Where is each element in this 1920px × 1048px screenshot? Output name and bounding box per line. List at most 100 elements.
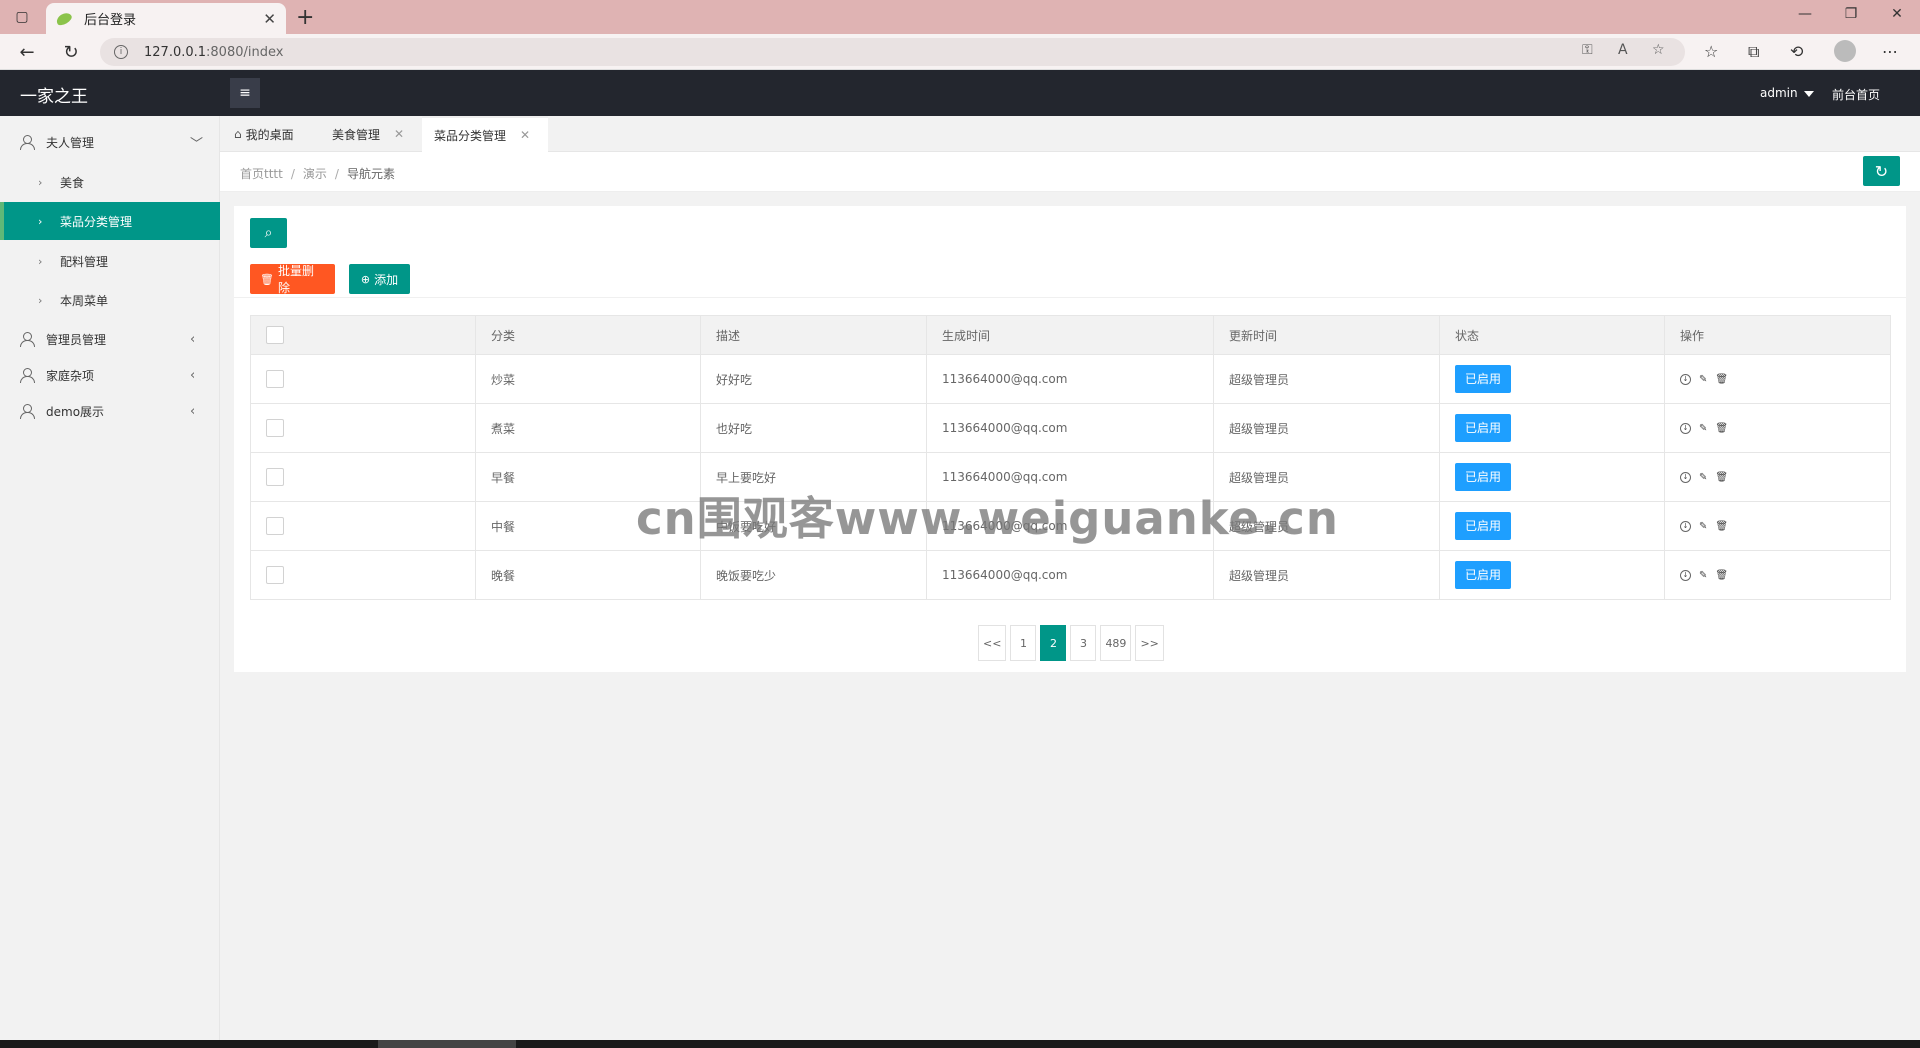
download-icon[interactable]: ↓ bbox=[1680, 422, 1691, 434]
checkbox-cell bbox=[250, 403, 476, 453]
reload-icon[interactable]: ↻ bbox=[58, 40, 84, 64]
sidebar-group-household[interactable]: 家庭杂项 ‹ bbox=[0, 357, 220, 393]
back-icon[interactable]: ← bbox=[14, 40, 40, 64]
edit-icon[interactable]: ✎ bbox=[1699, 570, 1707, 581]
download-icon[interactable]: ↓ bbox=[1680, 569, 1691, 581]
page-next[interactable]: >> bbox=[1135, 625, 1164, 661]
breadcrumb-item[interactable]: 首页tttt bbox=[240, 167, 283, 181]
page-prev[interactable]: << bbox=[978, 625, 1007, 661]
edit-icon[interactable]: ✎ bbox=[1699, 521, 1707, 532]
status-toggle-button[interactable]: 已启用 bbox=[1455, 512, 1511, 540]
add-label: 添加 bbox=[374, 272, 399, 287]
add-button[interactable]: ⊕ 添加 bbox=[349, 264, 410, 294]
close-tab-icon[interactable]: ✕ bbox=[263, 10, 276, 28]
restore-icon[interactable]: ❐ bbox=[1828, 6, 1874, 22]
sidebar-item-dish-category[interactable]: › 菜品分类管理 bbox=[0, 202, 220, 240]
taskbar bbox=[0, 1040, 1920, 1048]
table-header-row: 分类 描述 生成时间 更新时间 状态 操作 bbox=[250, 315, 1891, 355]
watermark: cn围观客www.weiguanke.cn bbox=[636, 492, 1339, 545]
close-tab-icon[interactable]: ✕ bbox=[520, 128, 530, 142]
history-icon[interactable]: ⟲ bbox=[1790, 42, 1803, 61]
sidebar-group-label: 夫人管理 bbox=[46, 135, 95, 150]
chevron-down-icon: ﹀ bbox=[190, 136, 204, 152]
select-all-checkbox[interactable] bbox=[266, 326, 284, 344]
download-icon[interactable]: ↓ bbox=[1680, 373, 1691, 385]
leaf-favicon-icon bbox=[54, 10, 74, 27]
status-toggle-button[interactable]: 已启用 bbox=[1455, 414, 1511, 442]
sidebar-group-madam[interactable]: 夫人管理 ﹀ bbox=[0, 124, 220, 160]
sidebar-group-label: 家庭杂项 bbox=[46, 368, 95, 383]
page-3[interactable]: 3 bbox=[1070, 625, 1097, 661]
sidebar-group-demo[interactable]: demo展示 ‹ bbox=[0, 393, 220, 429]
profile-avatar[interactable] bbox=[1834, 40, 1856, 62]
sidebar-item-label: 菜品分类管理 bbox=[60, 214, 133, 229]
read-aloud-icon[interactable]: A bbox=[1618, 42, 1628, 58]
sidebar-item-weekly-menu[interactable]: › 本周菜单 bbox=[0, 281, 220, 319]
trash-icon[interactable]: 🗑 bbox=[1715, 570, 1728, 581]
menu-toggle-icon[interactable]: ≡ bbox=[230, 78, 260, 108]
user-menu[interactable]: admin bbox=[1760, 86, 1814, 100]
browser-tab[interactable]: 后台登录 ✕ bbox=[46, 3, 286, 34]
checkbox-cell bbox=[250, 550, 476, 600]
add-favorite-icon[interactable]: ☆ bbox=[1652, 42, 1665, 58]
sidebar-item-ingredients[interactable]: › 配料管理 bbox=[0, 242, 220, 280]
checkbox-cell bbox=[250, 452, 476, 502]
content-card: ⌕ 🗑 批量删除 ⊕ 添加 分类 描述 生成时间 更新时间 状态 操作 炒菜 好好吃 bbox=[234, 206, 1906, 672]
minimize-icon[interactable]: — bbox=[1782, 6, 1828, 22]
download-icon[interactable]: ↓ bbox=[1680, 471, 1691, 483]
status-toggle-button[interactable]: 已启用 bbox=[1455, 365, 1511, 393]
edit-icon[interactable]: ✎ bbox=[1699, 472, 1707, 483]
collections-icon[interactable]: ⧉ bbox=[1748, 42, 1759, 62]
desc-cell: 晚饭要吃少 bbox=[700, 550, 927, 600]
chevron-left-icon: ‹ bbox=[190, 403, 196, 419]
download-icon[interactable]: ↓ bbox=[1680, 520, 1691, 532]
batch-delete-button[interactable]: 🗑 批量删除 bbox=[250, 264, 335, 295]
front-home-link[interactable]: 前台首页 bbox=[1832, 86, 1880, 103]
trash-icon[interactable]: 🗑 bbox=[1715, 472, 1728, 483]
sidebar-group-admins[interactable]: 管理员管理 ‹ bbox=[0, 321, 220, 357]
site-info-icon[interactable]: i bbox=[114, 45, 128, 59]
row-checkbox[interactable] bbox=[266, 468, 284, 486]
edit-icon[interactable]: ✎ bbox=[1699, 423, 1707, 434]
taskbar-item[interactable] bbox=[378, 1040, 516, 1048]
url-field[interactable]: i 127.0.0.1:8080/index bbox=[100, 38, 1685, 66]
row-checkbox[interactable] bbox=[266, 566, 284, 584]
page-last[interactable]: 489 bbox=[1100, 625, 1132, 661]
ops-cell: ↓ ✎ 🗑 bbox=[1664, 354, 1891, 404]
tab-desktop[interactable]: ⌂ 我的桌面 bbox=[222, 116, 306, 152]
status-cell: 已启用 bbox=[1439, 452, 1665, 502]
breadcrumb-item[interactable]: 演示 bbox=[303, 167, 327, 181]
status-toggle-button[interactable]: 已启用 bbox=[1455, 561, 1511, 589]
tab-dish-category[interactable]: 菜品分类管理 ✕ bbox=[422, 116, 548, 152]
search-button[interactable]: ⌕ bbox=[250, 218, 287, 248]
breadcrumb: 首页tttt / 演示 / 导航元素 bbox=[240, 167, 395, 181]
chevron-right-icon: › bbox=[38, 254, 43, 268]
edit-icon[interactable]: ✎ bbox=[1699, 374, 1707, 385]
favorites-icon[interactable]: ☆ bbox=[1704, 42, 1718, 61]
page-current[interactable]: 2 bbox=[1040, 625, 1067, 661]
status-cell: 已启用 bbox=[1439, 354, 1665, 404]
row-checkbox[interactable] bbox=[266, 370, 284, 388]
key-icon[interactable]: ⚿ bbox=[1582, 42, 1593, 58]
window-close-icon[interactable]: ✕ bbox=[1874, 6, 1920, 22]
desc-cell: 好好吃 bbox=[700, 354, 927, 404]
ops-cell: ↓ ✎ 🗑 bbox=[1664, 501, 1891, 551]
sidebar-group-label: demo展示 bbox=[46, 404, 105, 419]
more-menu-icon[interactable]: ⋯ bbox=[1882, 42, 1898, 61]
trash-icon[interactable]: 🗑 bbox=[1715, 521, 1728, 532]
page-1[interactable]: 1 bbox=[1010, 625, 1037, 661]
chevron-left-icon: ‹ bbox=[190, 367, 196, 383]
row-checkbox[interactable] bbox=[266, 517, 284, 535]
trash-icon[interactable]: 🗑 bbox=[1715, 374, 1728, 385]
sidebar-item-food[interactable]: › 美食 bbox=[0, 163, 220, 201]
status-toggle-button[interactable]: 已启用 bbox=[1455, 463, 1511, 491]
row-checkbox[interactable] bbox=[266, 419, 284, 437]
trash-icon[interactable]: 🗑 bbox=[1715, 423, 1728, 434]
tab-food-management[interactable]: 美食管理 ✕ bbox=[320, 116, 416, 152]
refresh-button[interactable]: ↻ bbox=[1863, 156, 1900, 186]
address-bar: ← ↻ i 127.0.0.1:8080/index ⚿ A ☆ ☆ ⧉ ⟲ ⋯ bbox=[0, 34, 1920, 70]
new-tab-icon[interactable]: + bbox=[296, 5, 314, 30]
browser-tabbar: ▢ 后台登录 ✕ + — ❐ ✕ bbox=[0, 0, 1920, 34]
close-tab-icon[interactable]: ✕ bbox=[394, 127, 404, 141]
tab-actions-icon[interactable]: ▢ bbox=[10, 6, 34, 28]
